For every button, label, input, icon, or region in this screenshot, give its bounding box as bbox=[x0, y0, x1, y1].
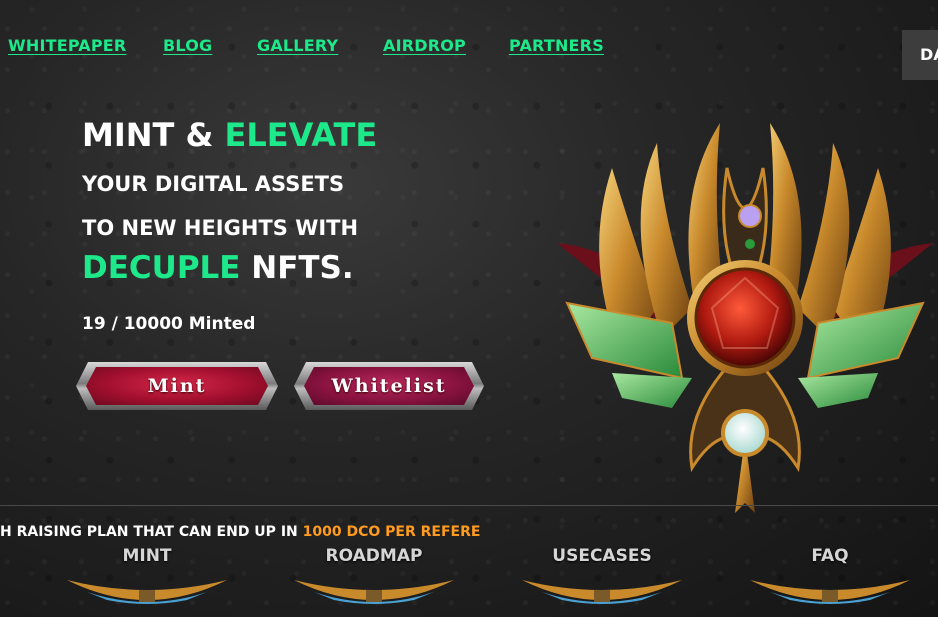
mint-button-label: Mint bbox=[147, 375, 207, 397]
tab-usecases[interactable]: USECASES bbox=[522, 546, 682, 614]
hero-heading-part1: MINT & bbox=[82, 116, 225, 154]
nav-link-gallery[interactable]: GALLERY bbox=[257, 36, 338, 55]
hero-heading: MINT & ELEVATE bbox=[82, 116, 377, 154]
hero-heading-elevate: ELEVATE bbox=[224, 116, 378, 154]
ticker-text: H RAISING PLAN THAT CAN END UP IN bbox=[0, 524, 303, 540]
tab-faq[interactable]: FAQ bbox=[750, 546, 910, 614]
hero-brand-decuple: DECUPLE bbox=[82, 250, 241, 286]
tab-usecases-label: USECASES bbox=[552, 546, 652, 566]
tab-faq-label: FAQ bbox=[811, 546, 849, 566]
mint-button[interactable]: Mint bbox=[76, 362, 278, 410]
section-divider bbox=[0, 505, 938, 506]
whitelist-button[interactable]: Whitelist bbox=[294, 362, 484, 410]
tab-mint-label: MINT bbox=[122, 546, 172, 566]
nav-link-whitepaper[interactable]: WHITEPAPER bbox=[8, 36, 126, 55]
ornament-bow-icon bbox=[750, 580, 910, 604]
whitelist-button-label: Whitelist bbox=[331, 375, 447, 397]
nav-link-partners[interactable]: PARTNERS bbox=[509, 36, 604, 55]
ornament-bow-icon bbox=[67, 580, 227, 604]
ticker-highlight: 1000 DCO PER REFERE bbox=[302, 524, 481, 540]
nav-link-airdrop[interactable]: AIRDROP bbox=[383, 36, 466, 55]
minted-counter: 19 / 10000 Minted bbox=[82, 314, 256, 334]
ornament-bow-icon bbox=[522, 580, 682, 604]
dapp-button[interactable]: DA bbox=[902, 30, 938, 80]
hero-brand-nfts: NFTS. bbox=[240, 250, 354, 286]
news-ticker: H RAISING PLAN THAT CAN END UP IN 1000 D… bbox=[0, 524, 480, 540]
tab-roadmap[interactable]: ROADMAP bbox=[294, 546, 454, 614]
hero-subline-1: YOUR DIGITAL ASSETS bbox=[82, 172, 345, 196]
nft-emblem-image bbox=[557, 123, 933, 513]
ornament-bow-icon bbox=[294, 580, 454, 604]
hero-brand-line: DECUPLE NFTS. bbox=[82, 250, 354, 286]
tab-roadmap-label: ROADMAP bbox=[325, 546, 423, 566]
nav-link-blog[interactable]: BLOG bbox=[163, 36, 212, 55]
tab-mint[interactable]: MINT bbox=[67, 546, 227, 614]
hero-subline-2: TO NEW HEIGHTS WITH bbox=[82, 216, 359, 240]
